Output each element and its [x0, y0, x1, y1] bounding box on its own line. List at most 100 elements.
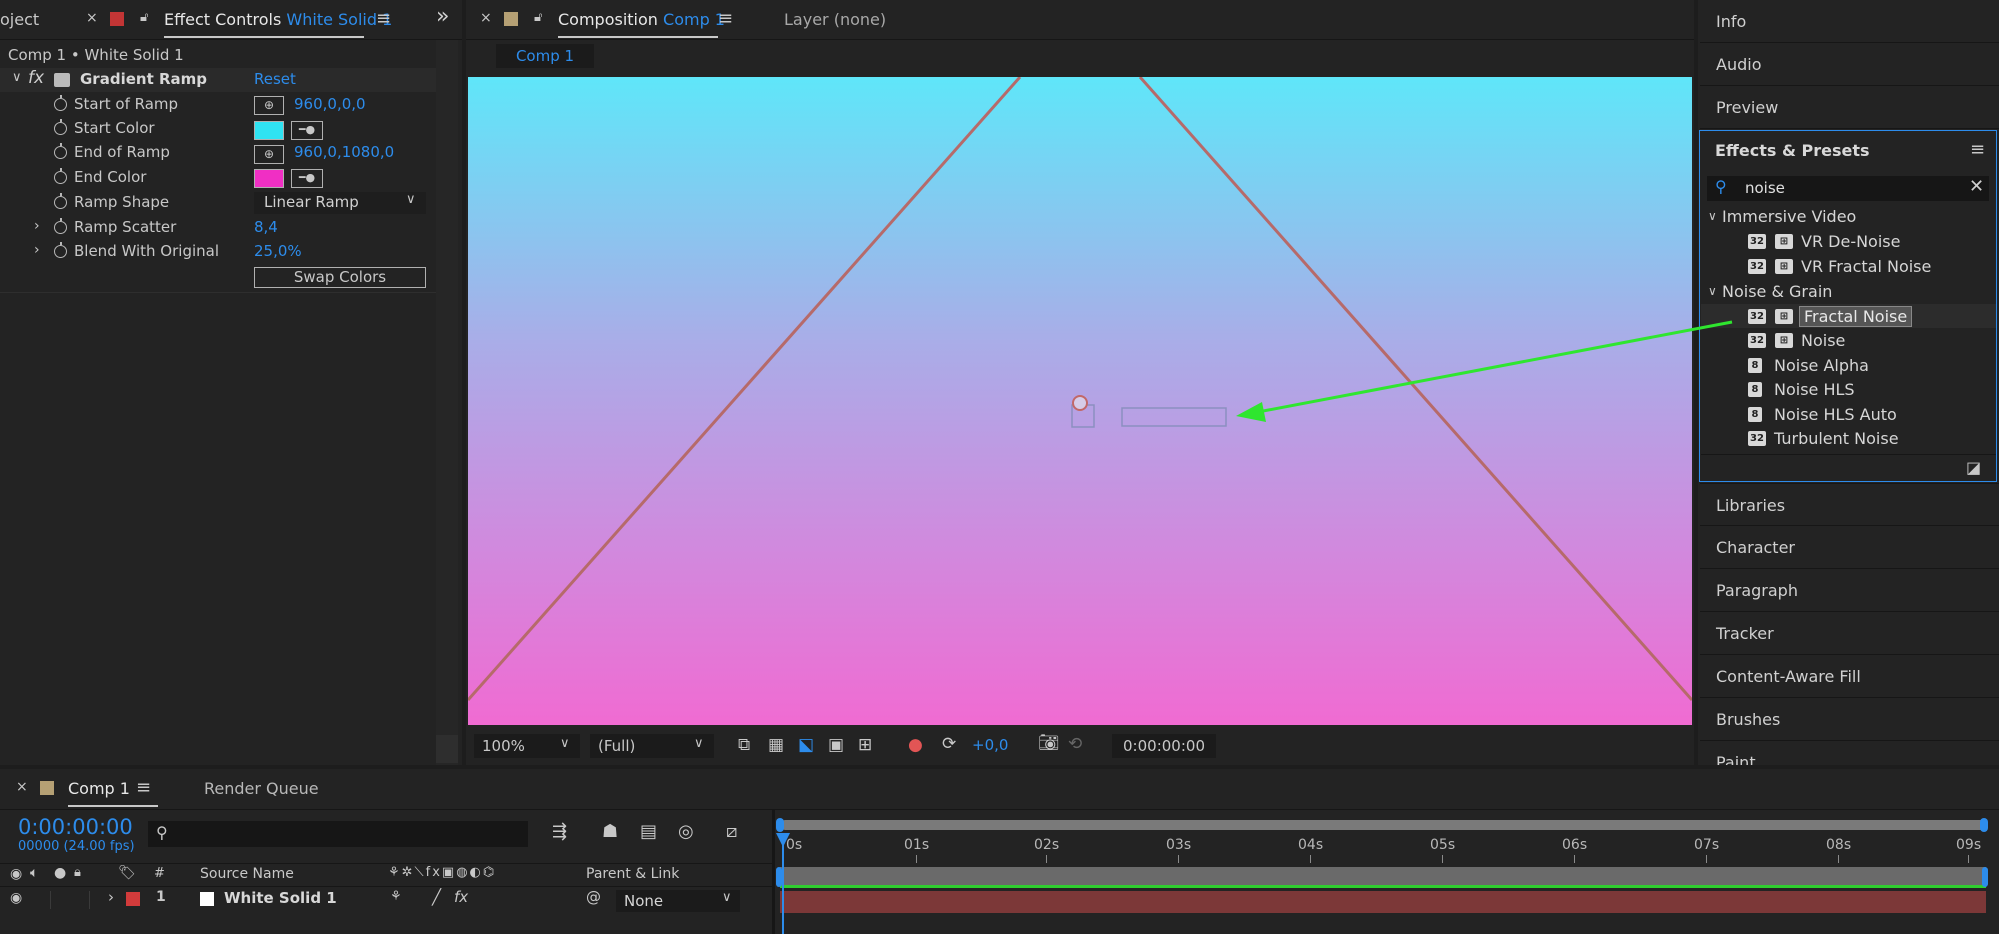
- character-panel-header[interactable]: Character: [1700, 526, 1999, 569]
- motion-blur-icon[interactable]: ◎: [678, 821, 694, 842]
- effects-group-noise-grain[interactable]: Noise & Grain: [1722, 282, 1832, 301]
- blend-value[interactable]: 25,0%: [254, 242, 302, 260]
- region-of-interest-icon[interactable]: ▣: [828, 735, 844, 755]
- stopwatch-icon[interactable]: [54, 143, 67, 159]
- shy-layers-icon[interactable]: ☗: [602, 821, 618, 842]
- effects-group-immersive[interactable]: Immersive Video: [1722, 207, 1856, 226]
- swap-colors-button[interactable]: Swap Colors: [254, 267, 426, 288]
- work-area-end-handle[interactable]: [1980, 818, 1988, 832]
- panel-menu-icon[interactable]: ≡: [136, 777, 151, 798]
- layer-eye-icon[interactable]: ◉: [10, 890, 22, 906]
- render-queue-tab[interactable]: Render Queue: [204, 779, 319, 798]
- brushes-panel-header[interactable]: Brushes: [1700, 698, 1999, 741]
- mask-visibility-icon[interactable]: ⬕: [798, 735, 814, 755]
- fast-preview-icon[interactable]: ⧉: [738, 735, 750, 755]
- tracker-panel-header[interactable]: Tracker: [1700, 612, 1999, 655]
- close-icon[interactable]: ×: [16, 779, 28, 795]
- libraries-panel-header[interactable]: Libraries: [1700, 483, 1999, 526]
- composition-mini-flowchart-icon[interactable]: ⇶: [552, 821, 567, 842]
- lock-column-icon[interactable]: 🔒︎: [74, 865, 81, 880]
- eye-icon[interactable]: ◉: [10, 866, 22, 882]
- panel-menu-icon[interactable]: ≡: [718, 8, 733, 29]
- show-snapshot-icon[interactable]: ⟲: [1068, 734, 1082, 754]
- panel-menu-icon[interactable]: ≡: [376, 8, 391, 29]
- pick-whip-icon[interactable]: @: [586, 888, 601, 906]
- stopwatch-icon[interactable]: [54, 95, 67, 111]
- comp-viewer[interactable]: [468, 77, 1692, 725]
- ramp-shape-dropdown[interactable]: Linear Ramp ∨: [254, 192, 426, 214]
- effect-item-vr-fractal-noise[interactable]: VR Fractal Noise: [1801, 257, 1931, 276]
- quality-switch-icon[interactable]: ╱: [432, 888, 441, 906]
- fx-icon[interactable]: fx: [28, 68, 44, 88]
- reset-button[interactable]: Reset: [254, 70, 296, 88]
- shy-switch-icon[interactable]: ⚘: [390, 889, 402, 904]
- close-icon[interactable]: ×: [480, 10, 492, 26]
- effect-item-vr-denoise[interactable]: VR De-Noise: [1801, 232, 1900, 251]
- expand-arrow-icon[interactable]: ›: [108, 888, 114, 906]
- close-icon[interactable]: ×: [86, 10, 98, 26]
- audio-panel-header[interactable]: Audio: [1700, 43, 1999, 86]
- timecode-field[interactable]: 0:00:00:00: [1112, 734, 1216, 758]
- time-ruler[interactable]: 0s 01s 02s 03s 04s 05s 06s 07s 08s 09s: [776, 815, 1999, 934]
- label-tag-icon[interactable]: 🏷︎: [118, 865, 136, 881]
- stopwatch-icon[interactable]: [54, 242, 67, 258]
- ramp-scatter-value[interactable]: 8,4: [254, 218, 278, 236]
- lock-icon[interactable]: 🔓︎: [534, 10, 542, 25]
- column-parent-link[interactable]: Parent & Link: [586, 866, 679, 882]
- transparency-grid-icon[interactable]: ▦: [768, 735, 784, 755]
- snapshot-icon[interactable]: 📷︎: [1038, 733, 1060, 753]
- work-area-start-handle[interactable]: [776, 818, 784, 832]
- work-area-bar[interactable]: [780, 820, 1986, 830]
- effect-switch-icon[interactable]: fx: [454, 888, 468, 906]
- expand-arrow-icon[interactable]: ∨: [12, 70, 22, 85]
- info-panel-header[interactable]: Info: [1700, 0, 1999, 43]
- parent-dropdown[interactable]: None ∨: [616, 890, 740, 912]
- column-source-name[interactable]: Source Name: [200, 866, 294, 882]
- chevron-down-icon[interactable]: ∨: [1708, 284, 1717, 298]
- guides-icon[interactable]: ⊞: [858, 735, 872, 755]
- stopwatch-icon[interactable]: [54, 218, 67, 234]
- expand-arrow-icon[interactable]: ›: [34, 242, 40, 258]
- layer-tab[interactable]: Layer (none): [784, 10, 886, 29]
- playhead-head[interactable]: [776, 833, 790, 847]
- layer-name[interactable]: White Solid 1: [224, 889, 337, 907]
- effects-search-input[interactable]: ⚲ noise ✕: [1707, 176, 1989, 201]
- layer-label-color[interactable]: [126, 892, 140, 906]
- effect-item-noise-alpha[interactable]: Noise Alpha: [1774, 356, 1869, 375]
- clear-search-icon[interactable]: ✕: [1969, 176, 1984, 197]
- color-channels-icon[interactable]: ●: [908, 735, 923, 755]
- timeline-timecode[interactable]: 0:00:00:00: [18, 815, 133, 839]
- start-color-swatch[interactable]: [254, 121, 284, 140]
- crosshair-icon[interactable]: ⊕: [254, 145, 284, 164]
- stopwatch-icon[interactable]: [54, 119, 67, 135]
- chevron-down-icon[interactable]: ∨: [1708, 209, 1717, 223]
- frame-blending-icon[interactable]: ▤: [640, 821, 657, 842]
- resolution-dropdown[interactable]: (Full) ∨: [590, 734, 714, 758]
- start-of-ramp-value[interactable]: 960,0,0,0: [294, 95, 366, 113]
- effect-item-turbulent-noise[interactable]: Turbulent Noise: [1774, 429, 1899, 448]
- stopwatch-icon[interactable]: [54, 193, 67, 209]
- work-range-end[interactable]: [1982, 867, 1988, 887]
- timeline-search-input[interactable]: ⚲: [148, 821, 528, 847]
- composition-tab[interactable]: Composition Comp 1: [558, 10, 725, 29]
- paint-panel-header[interactable]: Paint: [1700, 741, 1999, 765]
- playhead[interactable]: [782, 835, 784, 934]
- zoom-dropdown[interactable]: 100% ∨: [474, 734, 580, 758]
- project-tab[interactable]: oject: [0, 10, 39, 29]
- comp-subtab[interactable]: Comp 1: [496, 44, 594, 68]
- solo-icon[interactable]: ●: [54, 865, 66, 881]
- work-area-range[interactable]: [780, 867, 1986, 887]
- effect-item-noise-hls-auto[interactable]: Noise HLS Auto: [1774, 405, 1897, 424]
- crosshair-icon[interactable]: ⊕: [254, 96, 284, 115]
- reset-exposure-icon[interactable]: ⟳: [942, 734, 956, 754]
- new-folder-icon[interactable]: ◪: [1966, 458, 1981, 477]
- panel-overflow-icon[interactable]: »: [436, 4, 449, 29]
- stopwatch-icon[interactable]: [54, 168, 67, 184]
- audio-icon[interactable]: 🔈︎: [30, 865, 38, 881]
- preview-panel-header[interactable]: Preview: [1700, 86, 1999, 129]
- effect-item-noise-hls[interactable]: Noise HLS: [1774, 380, 1855, 399]
- eyedropper-icon[interactable]: ━●: [291, 121, 323, 140]
- content-aware-fill-panel-header[interactable]: Content-Aware Fill: [1700, 655, 1999, 698]
- panel-menu-icon[interactable]: ≡: [1970, 139, 1985, 160]
- timeline-comp-tab[interactable]: Comp 1: [68, 779, 130, 798]
